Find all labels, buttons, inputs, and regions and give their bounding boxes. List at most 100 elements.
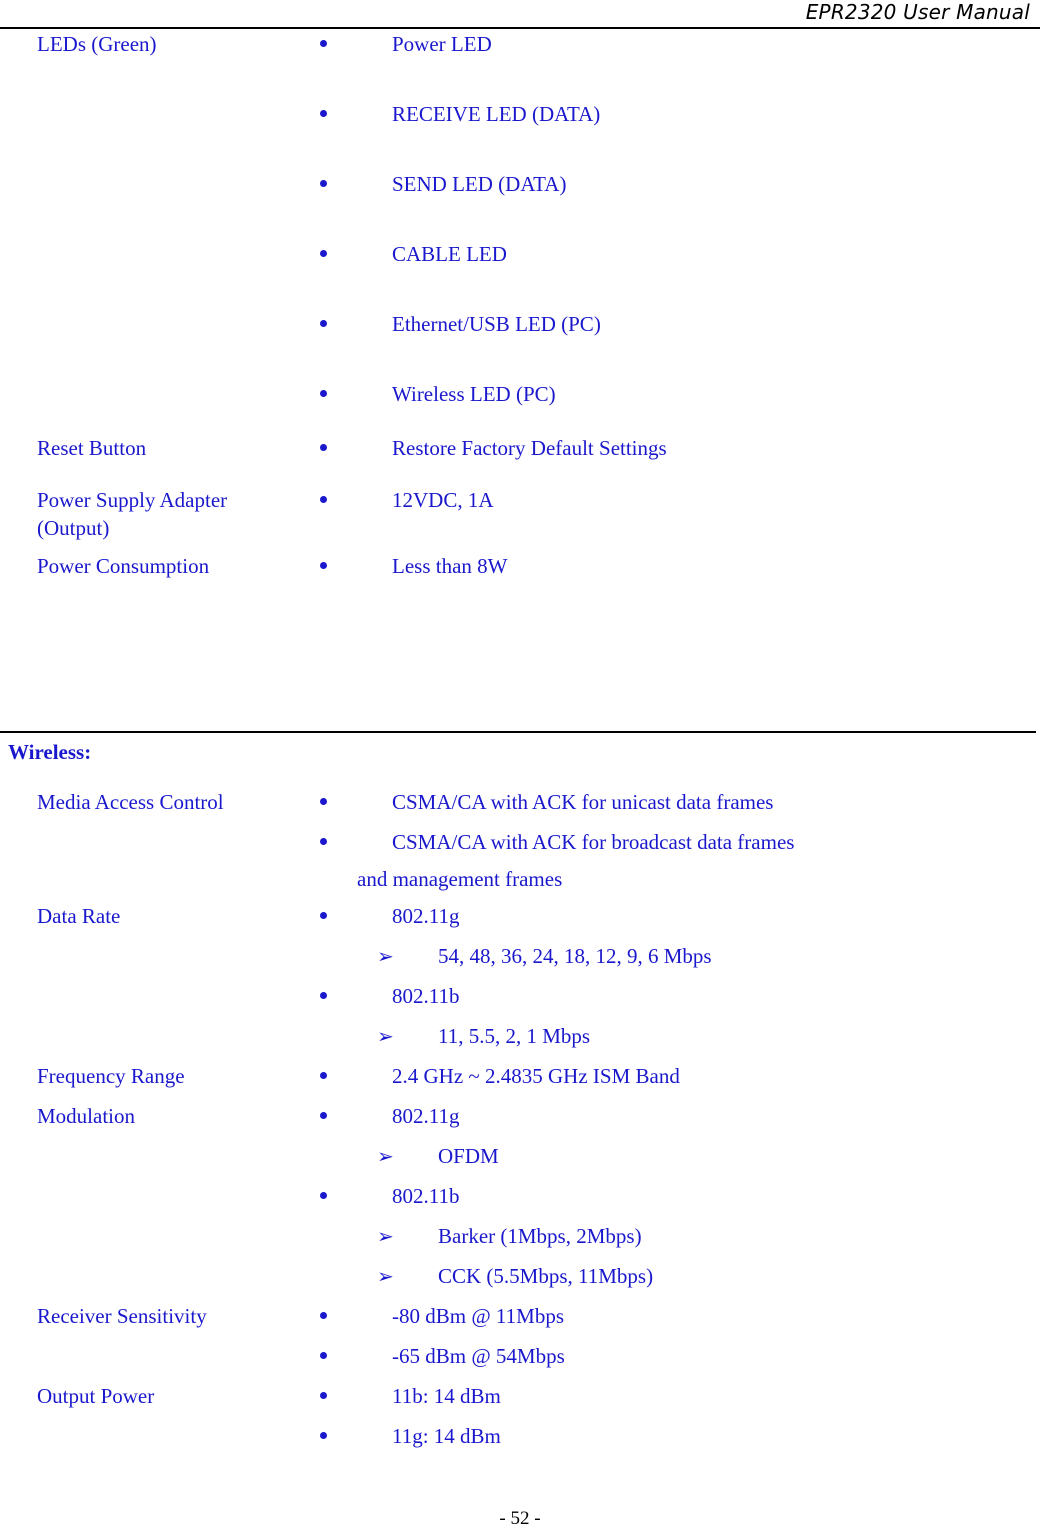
bullet-text: Wireless LED (PC)	[392, 382, 556, 406]
arrow-bullet-icon: ➢	[377, 1024, 394, 1048]
bullet-text: 802.11b	[392, 1184, 460, 1208]
spec-label-modulation: Modulation	[37, 1104, 135, 1128]
arrow-bullet-icon: ➢	[377, 1224, 394, 1248]
sub-bullet-item: ➢ CCK (5.5Mbps, 11Mbps)	[320, 1256, 1040, 1296]
sub-bullet-text: Barker (1Mbps, 2Mbps)	[438, 1224, 642, 1248]
bullet-item: 802.11b	[320, 1176, 1040, 1216]
arrow-bullet-icon: ➢	[377, 944, 394, 968]
sub-bullet-item: ➢ 11, 5.5, 2, 1 Mbps	[320, 1016, 1040, 1056]
bullet-item: Less than 8W	[320, 552, 1040, 580]
bullet-text: 11b: 14 dBm	[392, 1384, 501, 1408]
page-header: EPR2320 User Manual	[0, 0, 1040, 30]
spec-values-power-supply-adapter: 12VDC, 1A	[320, 486, 1040, 514]
bullet-text: 802.11g	[392, 1104, 460, 1128]
spec-values-data-rate: 802.11g ➢ 54, 48, 36, 24, 18, 12, 9, 6 M…	[320, 896, 1040, 1056]
bullet-dot-icon	[320, 992, 327, 999]
bullet-text: SEND LED (DATA)	[392, 172, 567, 196]
bullet-text: -80 dBm @ 11Mbps	[392, 1304, 564, 1328]
spec-row-data-rate: Data Rate 802.11g ➢ 54, 48, 36, 24, 18, …	[0, 896, 1040, 1056]
bullet-dot-icon	[320, 1112, 327, 1119]
bullet-dot-icon	[320, 1392, 327, 1399]
spec-label-power-supply-adapter: Power Supply Adapter (Output)	[0, 486, 320, 542]
bullet-dot-icon	[320, 562, 327, 569]
spec-label-receiver-sensitivity: Receiver Sensitivity	[37, 1304, 207, 1328]
bullet-item: Power LED	[320, 30, 1040, 58]
bullet-dot-icon	[320, 912, 327, 919]
spec-values-media-access-control: CSMA/CA with ACK for unicast data frames…	[320, 782, 1040, 896]
spec-values-reset-button: Restore Factory Default Settings	[320, 434, 1040, 462]
sub-bullet-text: OFDM	[438, 1144, 499, 1168]
bullet-item: Wireless LED (PC)	[320, 380, 1040, 408]
bullet-item: 2.4 GHz ~ 2.4835 GHz ISM Band	[320, 1056, 1040, 1096]
bullet-item: 11b: 14 dBm	[320, 1376, 1040, 1416]
sub-bullet-text: 11, 5.5, 2, 1 Mbps	[438, 1024, 591, 1048]
bullet-dot-icon	[320, 180, 327, 187]
bullet-text: 802.11b	[392, 984, 460, 1008]
arrow-bullet-icon: ➢	[377, 1144, 394, 1168]
bullet-dot-icon	[320, 1352, 327, 1359]
bullet-dot-icon	[320, 1192, 327, 1199]
spec-label-frequency-range: Frequency Range	[37, 1064, 185, 1088]
bullet-text-continuation: and management frames	[357, 867, 563, 891]
bullet-text: 2.4 GHz ~ 2.4835 GHz ISM Band	[392, 1064, 680, 1088]
spec-row-leds: LEDs (Green) Power LED RECEIVE LED (DATA…	[0, 30, 1040, 408]
spec-row-reset-button: Reset Button Restore Factory Default Set…	[0, 434, 1040, 462]
spec-row-modulation: Modulation 802.11g ➢ OFDM 802.11b ➢ Bark…	[0, 1096, 1040, 1296]
bullet-dot-icon	[320, 110, 327, 117]
spec-label-media-access-control: Media Access Control	[37, 790, 224, 814]
bullet-dot-icon	[320, 1432, 327, 1439]
bullet-text: CSMA/CA with ACK for unicast data frames	[392, 790, 774, 814]
bullet-text: Power LED	[392, 32, 492, 56]
spec-values-modulation: 802.11g ➢ OFDM 802.11b ➢ Barker (1Mbps, …	[320, 1096, 1040, 1296]
header-divider-rule	[0, 27, 1040, 29]
spec-label-line-1: Power Supply Adapter	[37, 488, 228, 512]
page-number: - 52 -	[499, 1508, 541, 1529]
bullet-dot-icon	[320, 1312, 327, 1319]
bullet-item: RECEIVE LED (DATA)	[320, 100, 1040, 128]
spec-row-receiver-sensitivity: Receiver Sensitivity -80 dBm @ 11Mbps -6…	[0, 1296, 1040, 1376]
spec-label-data-rate: Data Rate	[37, 904, 121, 928]
bullet-text: Restore Factory Default Settings	[392, 436, 667, 460]
bullet-item: 802.11g	[320, 1096, 1040, 1136]
bullet-item: 11g: 14 dBm	[320, 1416, 1040, 1456]
spec-label-power-consumption: Power Consumption	[37, 554, 210, 578]
spec-label-output-power: Output Power	[37, 1384, 155, 1408]
bullet-item: SEND LED (DATA)	[320, 170, 1040, 198]
bullet-item: -80 dBm @ 11Mbps	[320, 1296, 1040, 1336]
bullet-item: CSMA/CA with ACK for broadcast data fram…	[320, 822, 1040, 896]
bullet-text: Less than 8W	[392, 554, 508, 578]
bullet-text: Ethernet/USB LED (PC)	[392, 312, 601, 336]
bullet-dot-icon	[320, 1072, 327, 1079]
specification-content: LEDs (Green) Power LED RECEIVE LED (DATA…	[0, 30, 1040, 580]
bullet-text: 802.11g	[392, 904, 460, 928]
bullet-item: CSMA/CA with ACK for unicast data frames	[320, 782, 1040, 822]
bullet-dot-icon	[320, 838, 327, 845]
sub-bullet-text: 54, 48, 36, 24, 18, 12, 9, 6 Mbps	[438, 944, 712, 968]
bullet-dot-icon	[320, 390, 327, 397]
bullet-dot-icon	[320, 320, 327, 327]
spec-values-frequency-range: 2.4 GHz ~ 2.4835 GHz ISM Band	[320, 1056, 1040, 1096]
bullet-item: 802.11b	[320, 976, 1040, 1016]
page-footer: - 52 -	[0, 1507, 1040, 1531]
bullet-dot-icon	[320, 798, 327, 805]
document-title: EPR2320 User Manual	[805, 0, 1030, 24]
spec-row-power-supply-adapter: Power Supply Adapter (Output) 12VDC, 1A	[0, 486, 1040, 542]
sub-bullet-text: CCK (5.5Mbps, 11Mbps)	[438, 1264, 654, 1288]
bullet-dot-icon	[320, 444, 327, 451]
arrow-bullet-icon: ➢	[377, 1264, 394, 1288]
bullet-item: 12VDC, 1A	[320, 486, 1040, 514]
bullet-text: 11g: 14 dBm	[392, 1424, 501, 1448]
spec-values-power-consumption: Less than 8W	[320, 552, 1040, 580]
bullet-item: CABLE LED	[320, 240, 1040, 268]
wireless-section-heading: Wireless:	[8, 740, 92, 764]
spec-label-line-2: (Output)	[37, 516, 110, 540]
sub-bullet-item: ➢ 54, 48, 36, 24, 18, 12, 9, 6 Mbps	[320, 936, 1040, 976]
spec-row-media-access-control: Media Access Control CSMA/CA with ACK fo…	[0, 782, 1040, 896]
spec-row-power-consumption: Power Consumption Less than 8W	[0, 552, 1040, 580]
bullet-text: CSMA/CA with ACK for broadcast data fram…	[392, 830, 795, 854]
bullet-item: 802.11g	[320, 896, 1040, 936]
spec-values-output-power: 11b: 14 dBm 11g: 14 dBm	[320, 1376, 1040, 1456]
bullet-dot-icon	[320, 496, 327, 503]
bullet-item: -65 dBm @ 54Mbps	[320, 1336, 1040, 1376]
bullet-text: RECEIVE LED (DATA)	[392, 102, 601, 126]
